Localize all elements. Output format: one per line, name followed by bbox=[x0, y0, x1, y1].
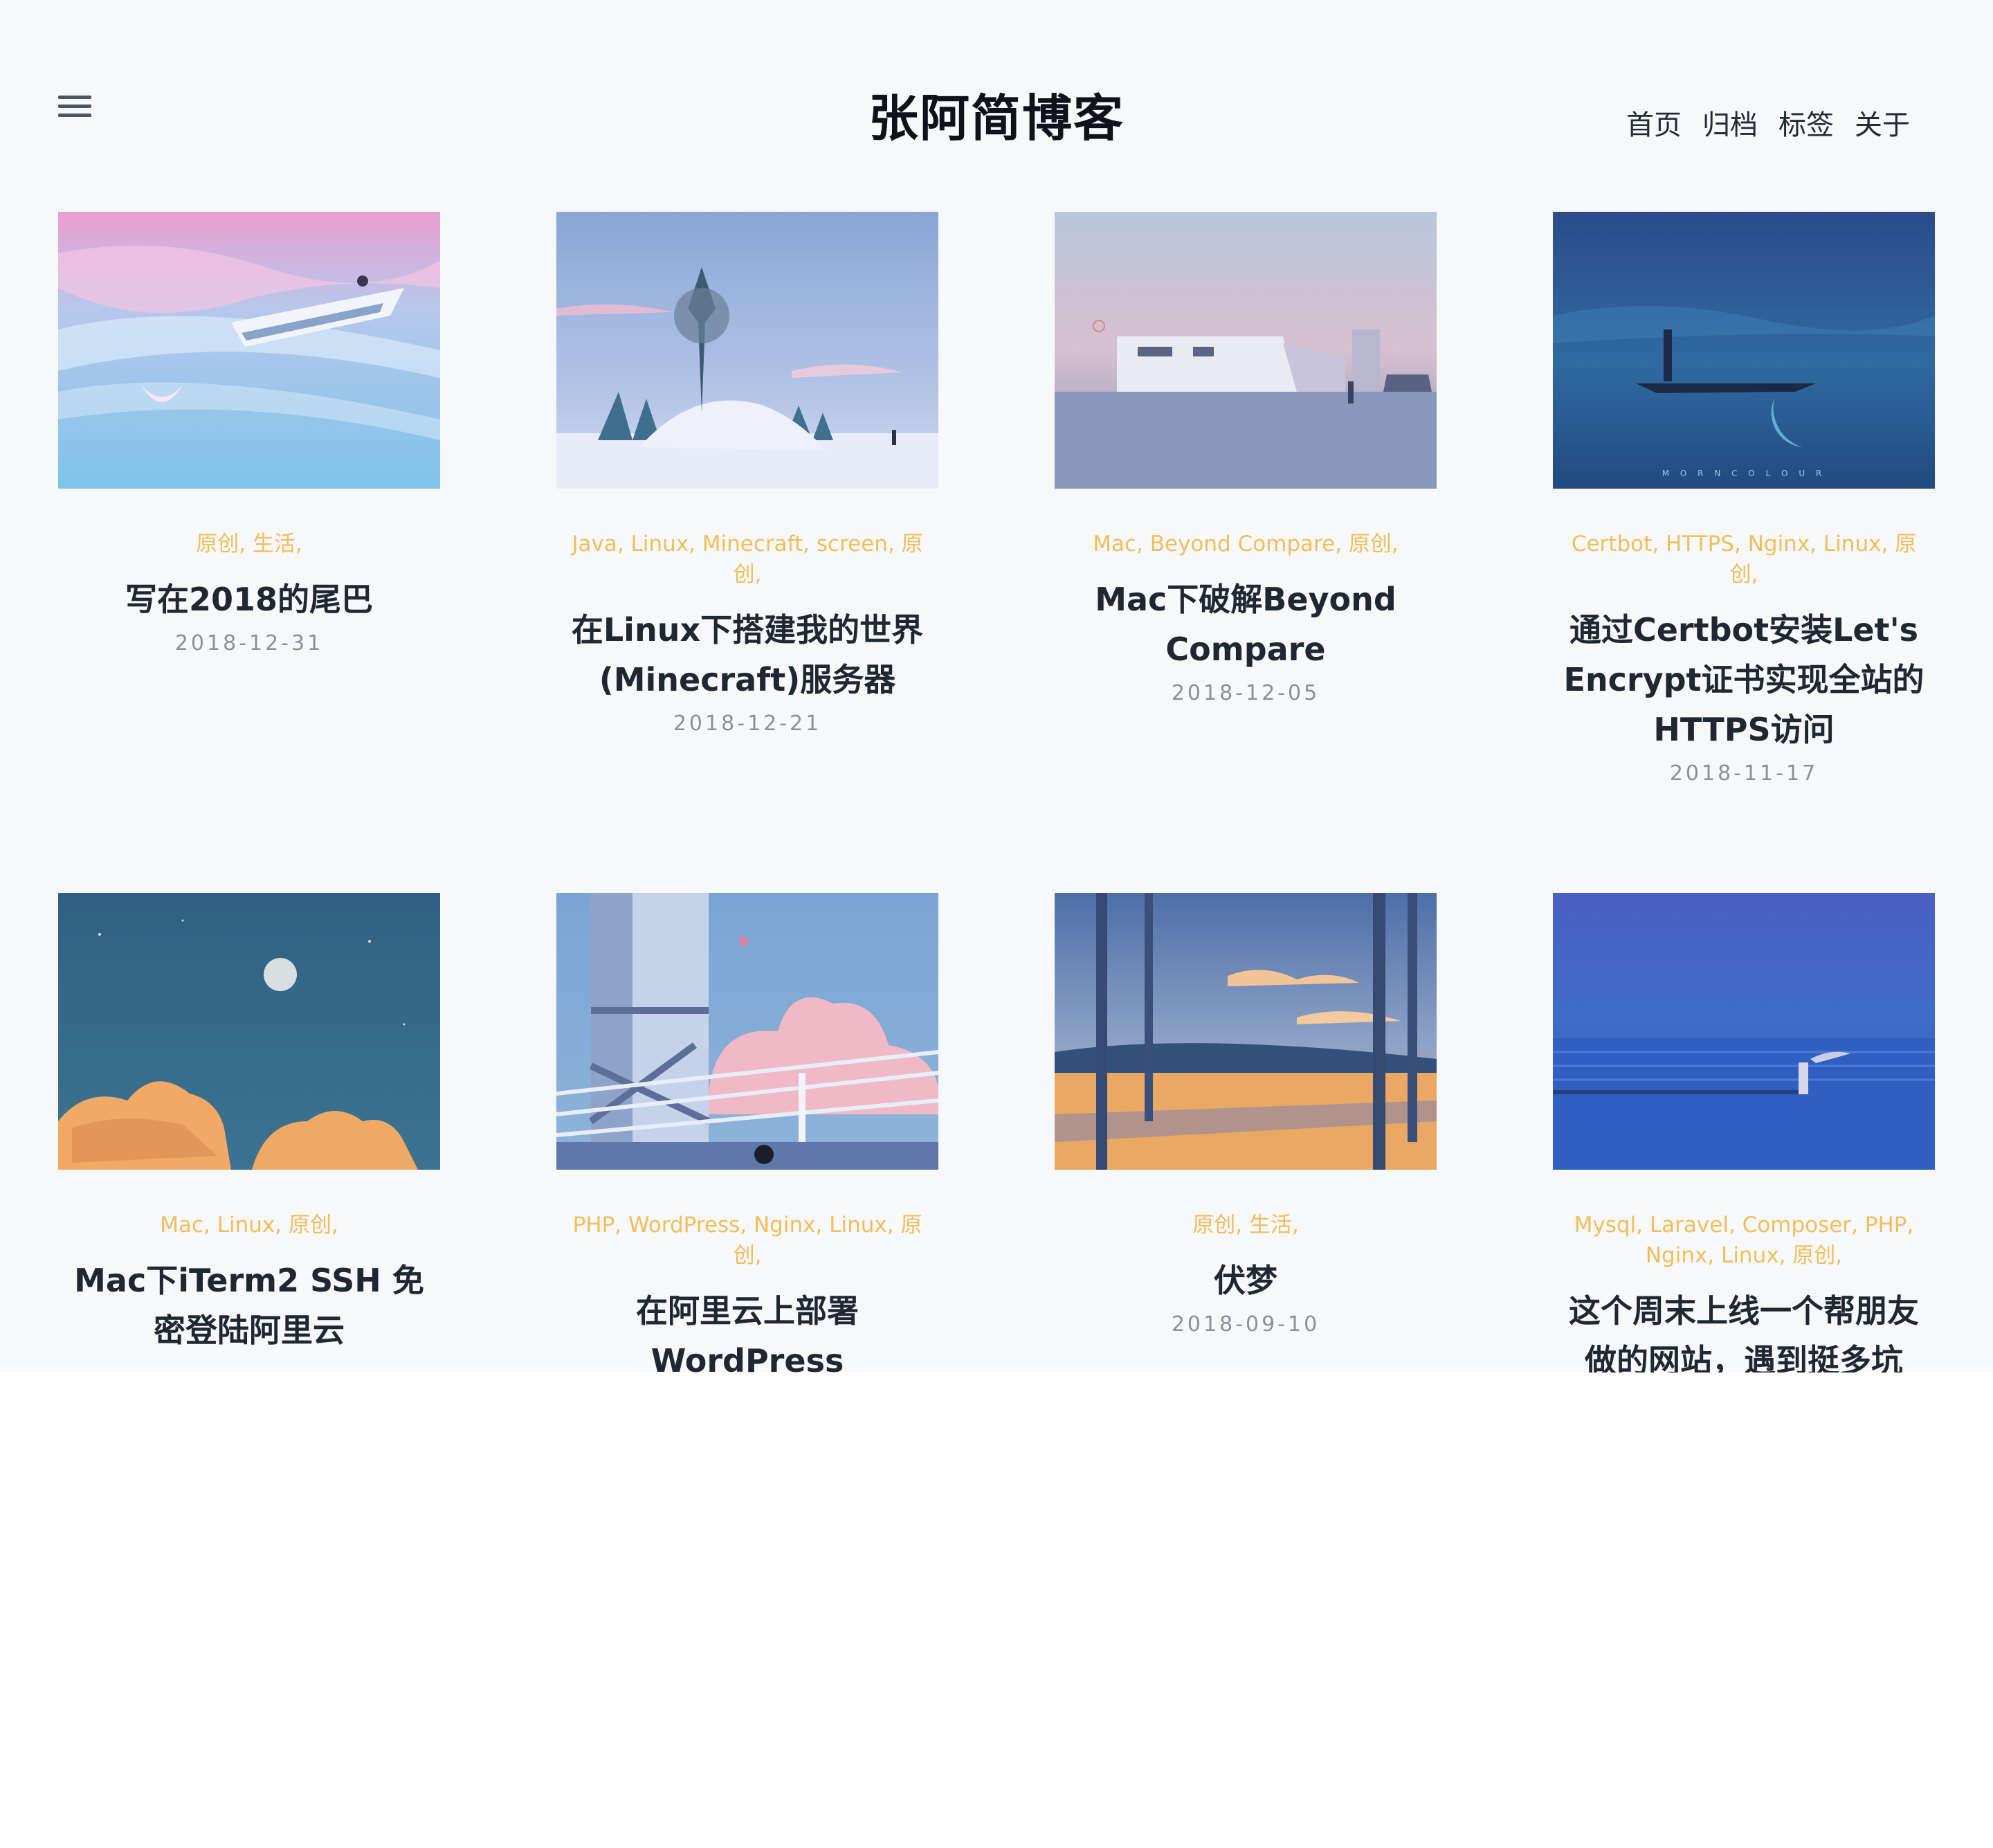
post-thumbnail-image[interactable] bbox=[556, 893, 938, 1170]
post-title[interactable]: 写在2018的尾巴 bbox=[65, 574, 433, 624]
tag-link[interactable]: 原创 bbox=[289, 1213, 331, 1238]
post-date: 2018-09-10 bbox=[1171, 1312, 1320, 1337]
nav-home[interactable]: 首页 bbox=[1626, 102, 1682, 143]
post-card: M O R N C O L O U R Certbot, HTTPS, Ngin… bbox=[1553, 212, 1935, 790]
tag-link[interactable]: Linux bbox=[1823, 532, 1882, 556]
tag-link[interactable]: 生活 bbox=[1249, 1213, 1292, 1238]
post-tags: Certbot, HTTPS, Nginx, Linux, 原创, bbox=[1571, 532, 1917, 587]
post-title[interactable]: 这个周末上线一个帮朋友做的网站，遇到挺多坑 bbox=[1560, 1286, 1928, 1373]
tag-link[interactable]: Nginx bbox=[1646, 1243, 1707, 1268]
tag-link[interactable]: Linux bbox=[217, 1213, 275, 1238]
post-card: 原创, 生活, 伏梦 2018-09-10 bbox=[1055, 893, 1437, 1341]
post-thumbnail-image[interactable] bbox=[1055, 212, 1437, 489]
tag-link[interactable]: Nginx bbox=[754, 1213, 815, 1238]
post-date: 2018-12-31 bbox=[174, 631, 324, 655]
post-tags: Mac, Linux, 原创, bbox=[160, 1213, 338, 1238]
main-nav: 首页 归档 标签 关于 bbox=[1626, 102, 1910, 143]
tag-link[interactable]: Mac bbox=[1093, 532, 1136, 556]
post-title[interactable]: Mac下破解Beyond Compare bbox=[1062, 574, 1430, 674]
post-tags: Mysql, Laravel, Composer, PHP, Nginx, Li… bbox=[1574, 1213, 1914, 1268]
nav-archive[interactable]: 归档 bbox=[1702, 102, 1758, 143]
tag-link[interactable]: Mysql bbox=[1574, 1213, 1637, 1238]
post-title[interactable]: 在Linux下搭建我的世界(Minecraft)服务器 bbox=[563, 605, 931, 705]
tag-link[interactable]: HTTPS bbox=[1666, 532, 1734, 556]
post-card: Mysql, Laravel, Composer, PHP, Nginx, Li… bbox=[1553, 893, 1935, 1373]
post-card: Java, Linux, Minecraft, screen, 原创, 在Lin… bbox=[556, 212, 938, 741]
post-date: 2018-11-17 bbox=[1669, 761, 1819, 786]
post-thumbnail-image[interactable]: M O R N C O L O U R bbox=[1553, 212, 1935, 489]
tag-link[interactable]: 原创 bbox=[1792, 1243, 1835, 1268]
post-title[interactable]: 伏梦 bbox=[1062, 1256, 1430, 1305]
tag-link[interactable]: Mac bbox=[160, 1213, 203, 1238]
post-card: Mac, Beyond Compare, 原创, Mac下破解Beyond Co… bbox=[1055, 212, 1437, 710]
post-tags: Java, Linux, Minecraft, screen, 原创, bbox=[572, 532, 923, 587]
post-tags: 原创, 生活, bbox=[196, 532, 302, 556]
post-card: 原创, 生活, 写在2018的尾巴 2018-12-31 bbox=[58, 212, 440, 660]
nav-about[interactable]: 关于 bbox=[1855, 102, 1910, 143]
tag-link[interactable]: PHP bbox=[573, 1213, 615, 1238]
nav-tags[interactable]: 标签 bbox=[1778, 102, 1834, 143]
tag-link[interactable]: Java bbox=[572, 532, 617, 556]
post-thumbnail-image[interactable] bbox=[58, 893, 440, 1170]
tag-link[interactable]: screen bbox=[817, 532, 888, 556]
post-date: 2018-12-05 bbox=[1171, 681, 1320, 705]
post-title[interactable]: Mac下iTerm2 SSH 免密登陆阿里云 bbox=[65, 1256, 433, 1355]
post-thumbnail-image[interactable] bbox=[556, 212, 938, 489]
tag-link[interactable]: 原创 bbox=[1349, 532, 1392, 556]
tag-link[interactable]: Linux bbox=[631, 532, 689, 556]
post-card: PHP, WordPress, Nginx, Linux, 原创, 在阿里云上部… bbox=[556, 893, 938, 1373]
tag-link[interactable]: Minecraft bbox=[702, 532, 803, 556]
post-tags: 原创, 生活, bbox=[1192, 1213, 1299, 1238]
image-caption: M O R N C O L O U R bbox=[1662, 469, 1826, 478]
tag-link[interactable]: Composer bbox=[1742, 1213, 1851, 1238]
tag-link[interactable]: Linux bbox=[829, 1213, 887, 1238]
post-thumbnail-image[interactable] bbox=[1553, 893, 1935, 1170]
tag-link[interactable]: Beyond Compare bbox=[1150, 532, 1335, 556]
tag-link[interactable]: Laravel bbox=[1650, 1213, 1729, 1238]
post-title[interactable]: 在阿里云上部署WordPress bbox=[563, 1286, 931, 1373]
tag-link[interactable]: 生活 bbox=[253, 532, 295, 556]
tag-link[interactable]: Certbot bbox=[1572, 532, 1652, 556]
tag-link[interactable]: PHP bbox=[1865, 1213, 1907, 1238]
tag-link[interactable]: WordPress bbox=[628, 1213, 740, 1238]
post-thumbnail-image[interactable] bbox=[58, 212, 440, 489]
post-date: 2018-12-21 bbox=[673, 712, 822, 736]
tag-link[interactable]: Linux bbox=[1721, 1243, 1779, 1268]
post-card: Mac, Linux, 原创, Mac下iTerm2 SSH 免密登陆阿里云 bbox=[58, 893, 440, 1355]
post-title[interactable]: 通过Certbot安装Let's Encrypt证书实现全站的HTTPS访问 bbox=[1560, 605, 1928, 754]
tag-link[interactable]: 原创 bbox=[196, 532, 239, 556]
post-thumbnail-image[interactable] bbox=[1055, 893, 1437, 1170]
tag-link[interactable]: Nginx bbox=[1748, 532, 1810, 556]
post-tags: PHP, WordPress, Nginx, Linux, 原创, bbox=[572, 1213, 922, 1268]
post-tags: Mac, Beyond Compare, 原创, bbox=[1093, 532, 1399, 556]
tag-link[interactable]: 原创 bbox=[1192, 1213, 1235, 1238]
page-viewport: 张阿简博客 首页 归档 标签 关于 原创, 生活, 写在2018的尾巴 2018… bbox=[0, 0, 1993, 1373]
